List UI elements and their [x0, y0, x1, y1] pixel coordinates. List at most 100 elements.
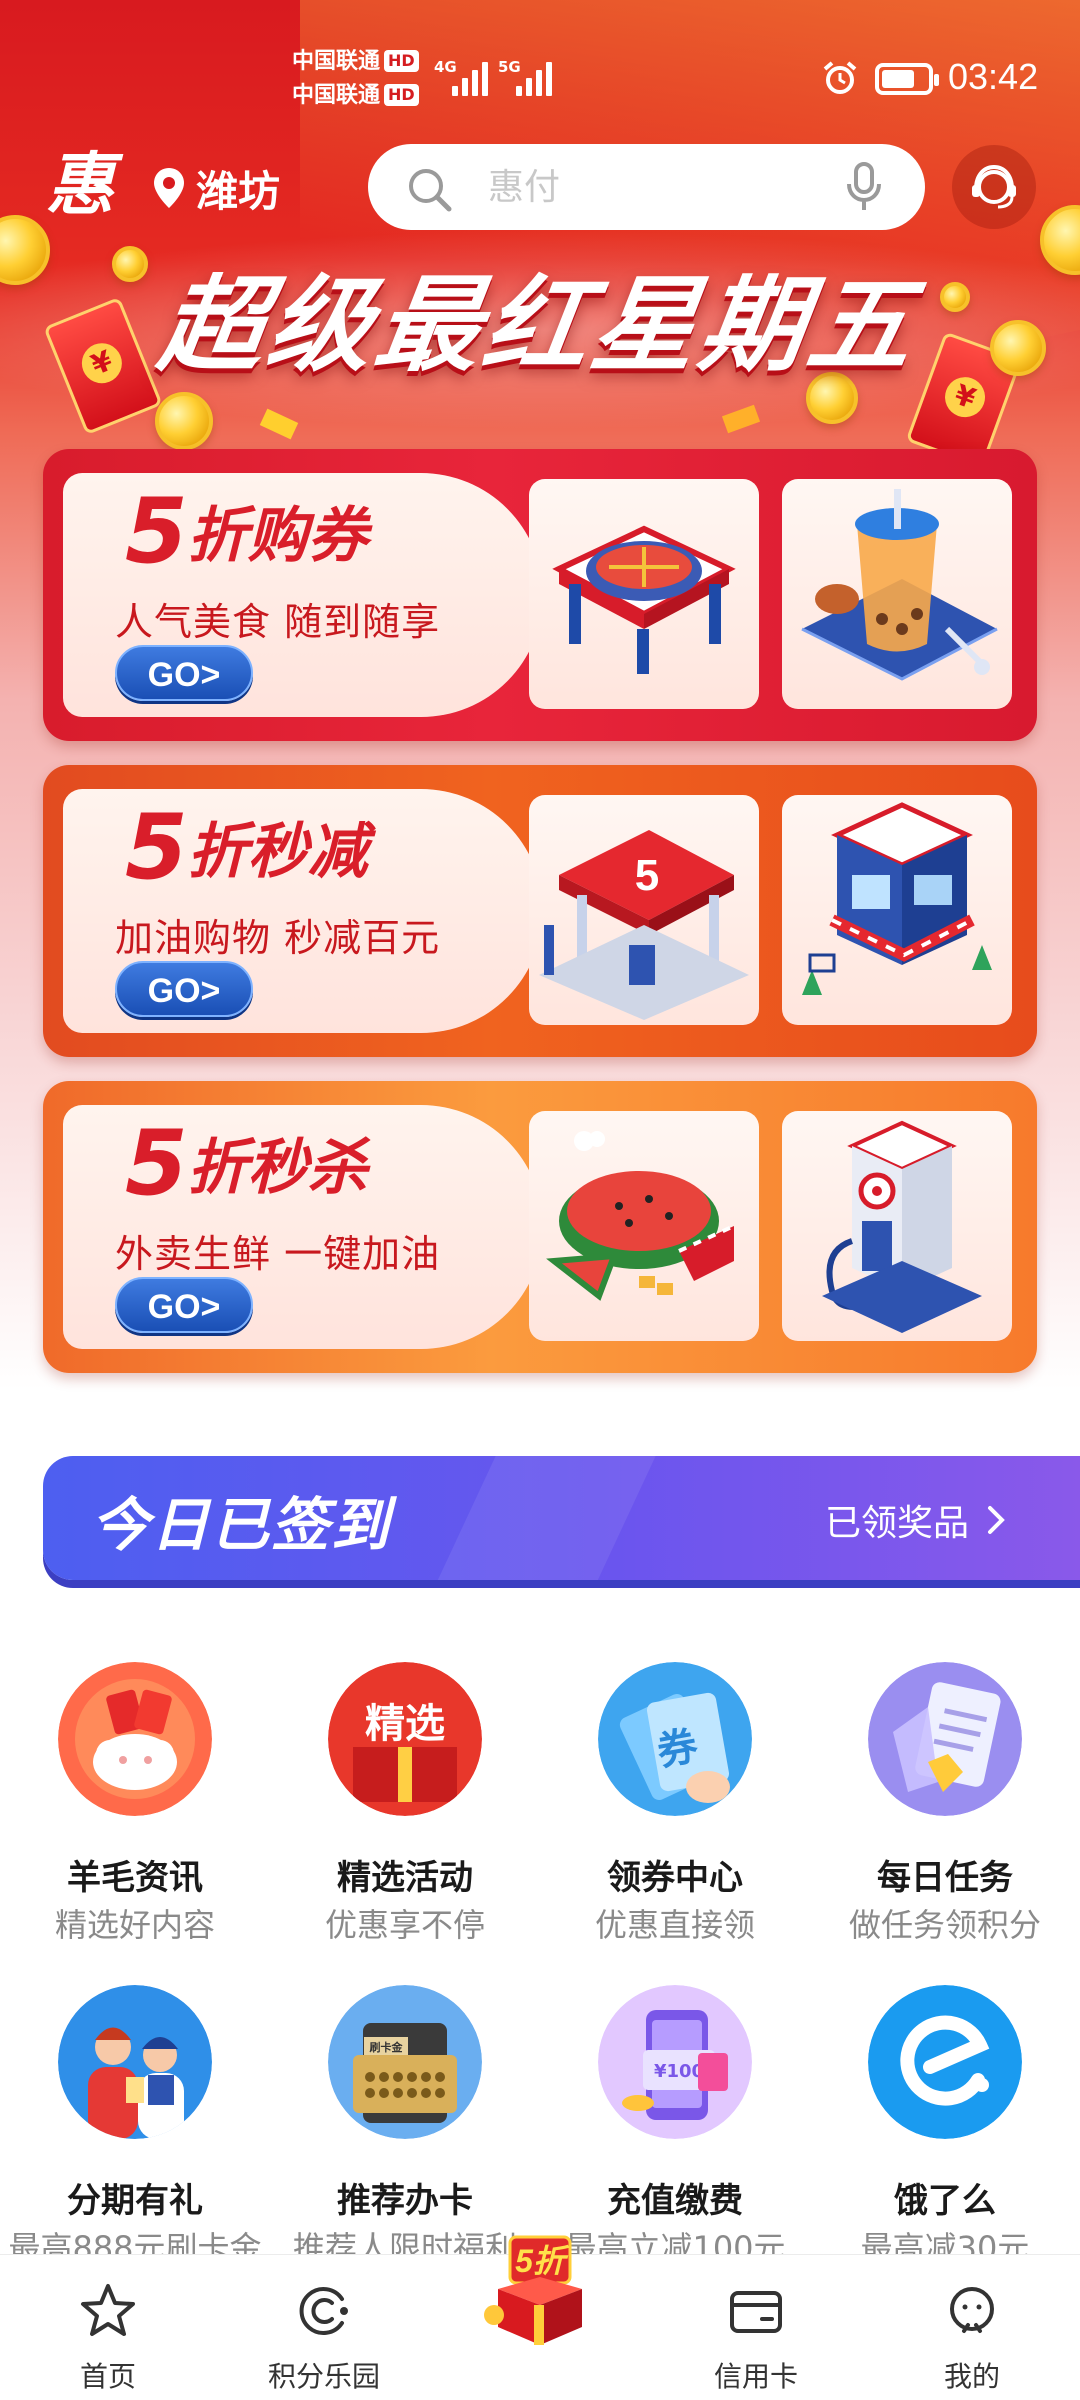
search-bar[interactable]	[368, 144, 925, 230]
nav-label: 首页	[79, 2360, 136, 2393]
location-selector[interactable]: 潍坊	[152, 160, 280, 216]
app-screen: 超级最红星期五 中国联通HD 中国联通HD 4G 5G 03:42 惠 潍坊	[0, 0, 1080, 2400]
service-icon	[868, 1985, 1022, 2139]
promo-title: 5折秒减	[125, 795, 368, 900]
points-icon	[299, 2287, 348, 2335]
bubble-tea-icon	[801, 489, 998, 681]
nav-label: 信用卡	[713, 2360, 798, 2393]
svg-text:刷卡金: 刷卡金	[370, 2040, 404, 2054]
svg-text:5: 5	[635, 851, 659, 900]
promo-card-coupon[interactable]: 5折购券 人气美食 随到随享 GO>	[43, 449, 1037, 741]
signal-icon	[516, 58, 570, 96]
service-subtitle: 优惠享不停	[324, 1906, 485, 1944]
microphone-icon[interactable]	[845, 162, 883, 212]
nav-label: 积分乐园	[267, 2360, 380, 2393]
profile-face-icon	[950, 2287, 994, 2333]
confetti-decoration	[259, 408, 299, 440]
service-label: 领券中心	[607, 1858, 743, 1898]
search-icon	[409, 169, 452, 212]
star-icon	[81, 2284, 135, 2336]
status-bar: 中国联通 HD 中国联通 HD 4G 5G 03:42	[0, 0, 1080, 135]
nav-item-credit-card[interactable]: 信用卡	[648, 2255, 864, 2400]
service-selected-activities[interactable]: 精选 精选活动 优惠享不停	[270, 1662, 540, 1962]
nav-item-home[interactable]: 首页	[0, 2255, 216, 2400]
customer-service-icon	[972, 164, 1016, 209]
service-daily-tasks[interactable]: 每日任务 做任务领积分	[810, 1662, 1080, 1962]
service-coupon-center[interactable]: 券 领券中心 优惠直接领	[540, 1662, 810, 1962]
service-label: 饿了么	[894, 2181, 996, 2221]
confetti-decoration	[721, 404, 761, 434]
service-icon	[868, 1662, 1022, 1816]
go-button[interactable]: GO>	[115, 961, 253, 1017]
nav-item-points[interactable]: 积分乐园	[216, 2255, 432, 2400]
wallet-card-icon	[730, 2291, 782, 2333]
promo-image[interactable]	[782, 795, 1012, 1025]
card-recommend-icon: 刷卡金	[328, 1985, 482, 2139]
go-button[interactable]: GO>	[115, 645, 253, 701]
claimed-prizes-link[interactable]: 已领奖品	[825, 1494, 1011, 1546]
service-icon: 刷卡金	[328, 1985, 482, 2139]
service-label: 充值缴费	[607, 2181, 743, 2221]
promo-card-instant-discount[interactable]: 5折秒减 加油购物 秒减百元 GO> 5	[43, 765, 1037, 1057]
svg-text:精选: 精选	[365, 1701, 445, 1747]
customer-service-button[interactable]	[952, 145, 1036, 229]
promo-image[interactable]	[529, 479, 759, 709]
svg-text:5折: 5折	[515, 2243, 570, 2279]
promo-image[interactable]	[529, 1111, 759, 1341]
selected-gift-icon: 精选	[328, 1662, 482, 1816]
task-list-icon	[868, 1662, 1022, 1816]
convenience-store-icon	[802, 802, 992, 995]
promo-image[interactable]: 5	[529, 795, 759, 1025]
service-yangmao-news[interactable]: 羊毛资讯 精选好内容	[0, 1662, 270, 1962]
clock: 03:42	[948, 56, 1039, 97]
service-eleme[interactable]: 饿了么 最高减30元	[810, 1985, 1080, 2285]
service-icon	[58, 1985, 212, 2139]
service-label: 每日任务	[877, 1858, 1013, 1898]
promo-text-panel: 5折秒减 加油购物 秒减百元 GO>	[63, 789, 543, 1033]
coupon-icon: 券	[598, 1662, 752, 1816]
search-input[interactable]	[488, 162, 788, 212]
service-label: 分期有礼	[67, 2181, 203, 2221]
promo-image[interactable]	[782, 479, 1012, 709]
service-label: 羊毛资讯	[67, 1858, 203, 1898]
service-icon	[58, 1662, 212, 1816]
claimed-prizes-label: 已领奖品	[824, 1503, 969, 1544]
promo-image[interactable]	[782, 1111, 1012, 1341]
carrier-1: 中国联通 HD	[292, 47, 419, 77]
service-icon: 券	[598, 1662, 752, 1816]
alarm-icon	[823, 61, 857, 94]
gas-station-icon: 5	[539, 830, 749, 1020]
service-installment-gift[interactable]: 分期有礼 最高888元刷卡金	[0, 1985, 270, 2285]
promo-subtitle: 加油购物 秒减百元	[115, 916, 441, 960]
service-subtitle: 优惠直接领	[594, 1906, 755, 1944]
hotpot-table-icon	[552, 525, 736, 674]
five-discount-gift-icon: 5折	[484, 2235, 582, 2345]
checkin-banner[interactable]: 今日已签到 已领奖品	[43, 1456, 1080, 1580]
nav-label: 我的	[943, 2360, 1000, 2393]
hero-title: 超级最红星期五	[152, 264, 926, 386]
sheep-envelope-icon	[58, 1662, 212, 1816]
location-pin-icon	[154, 168, 184, 208]
service-label: 精选活动	[337, 1858, 473, 1898]
installment-people-icon	[58, 1985, 212, 2139]
promo-text-panel: 5折秒杀 外卖生鲜 一键加油 GO>	[63, 1105, 543, 1349]
checkin-title: 今日已签到	[91, 1491, 392, 1559]
bottom-navigation: 首页 积分乐园 5折 信用卡 我的	[0, 2235, 1080, 2400]
carrier-2: 中国联通 HD	[292, 81, 419, 111]
service-label: 推荐办卡	[337, 2181, 473, 2221]
nav-item-profile[interactable]: 我的	[864, 2255, 1080, 2400]
eleme-logo-icon	[868, 1985, 1022, 2139]
promo-text-panel: 5折购券 人气美食 随到随享 GO>	[63, 473, 543, 717]
service-subtitle: 精选好内容	[54, 1906, 215, 1944]
promo-card-flash-sale[interactable]: 5折秒杀 外卖生鲜 一键加油 GO>	[43, 1081, 1037, 1373]
go-button[interactable]: GO>	[115, 1277, 253, 1333]
app-logo[interactable]: 惠	[40, 146, 120, 224]
service-icon: 精选	[328, 1662, 482, 1816]
promo-title: 5折购券	[125, 479, 368, 584]
promo-subtitle: 人气美食 随到随享	[115, 600, 441, 644]
watermelon-market-icon	[546, 1131, 735, 1301]
gold-coin-decoration	[155, 392, 213, 450]
location-label: 潍坊	[196, 166, 281, 216]
chevron-right-icon	[988, 1506, 1005, 1534]
nav-item-five-discount[interactable]: 5折	[480, 2227, 600, 2347]
